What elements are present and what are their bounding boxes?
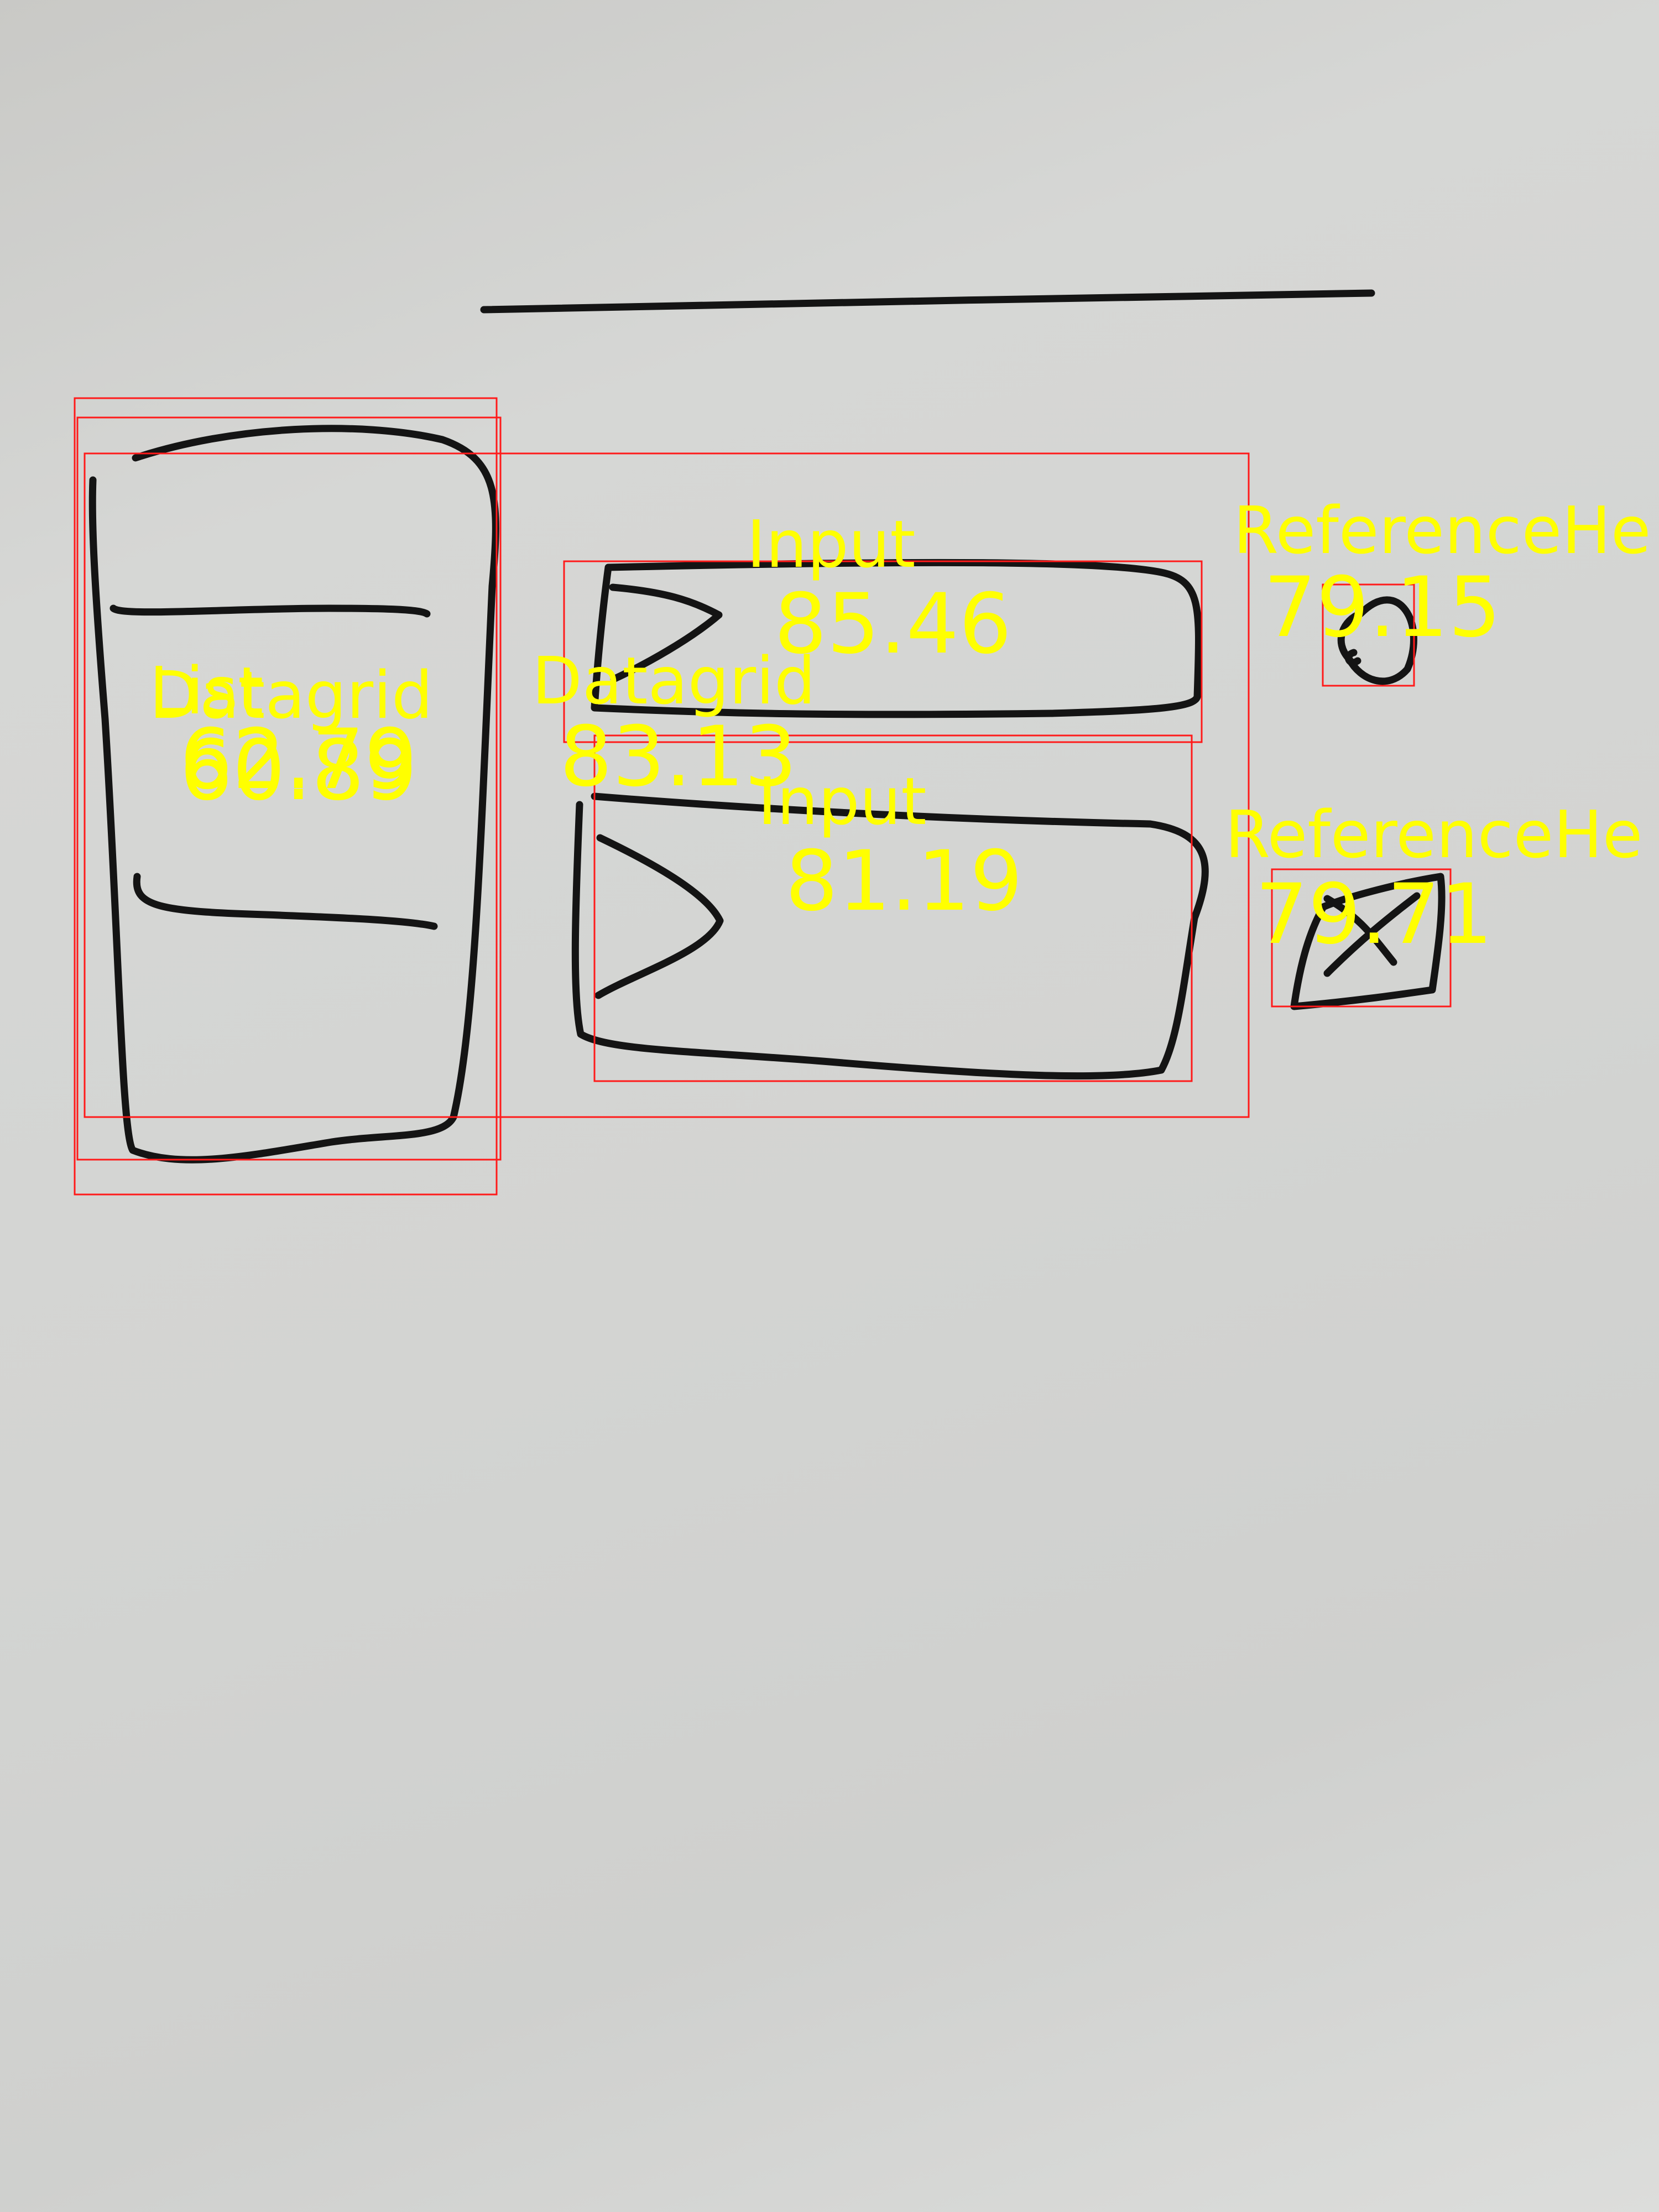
detection-score-reference-top: 79.15 xyxy=(1264,560,1501,656)
sidebar-top-row-stroke xyxy=(109,604,431,618)
detection-score-reference-bottom: 79.71 xyxy=(1255,867,1493,963)
detection-label-datagrid-main: Datagrid xyxy=(532,643,816,719)
detection-label-input-bottom: Input xyxy=(758,763,927,839)
detection-label-input-top: Input xyxy=(747,506,916,582)
detection-label-reference-top: ReferenceHe xyxy=(1233,492,1651,568)
detection-score-datagrid-sidebar: 62.79 xyxy=(180,712,417,808)
title-underline-stroke xyxy=(480,289,1375,314)
detection-label-reference-bottom: ReferenceHe xyxy=(1225,796,1643,873)
sidebar-bottom-row-stroke xyxy=(133,873,438,930)
bottom-field-arrow-stroke xyxy=(594,834,724,999)
detection-labels: List 60.89 Datagrid 62.79 Datagrid 83.13… xyxy=(149,492,1651,963)
detection-score-input-top: 85.46 xyxy=(774,576,1011,672)
annotated-whiteboard-sketch: List 60.89 Datagrid 62.79 Datagrid 83.13… xyxy=(74,289,1651,1196)
detection-score-input-bottom: 81.19 xyxy=(785,833,1022,930)
